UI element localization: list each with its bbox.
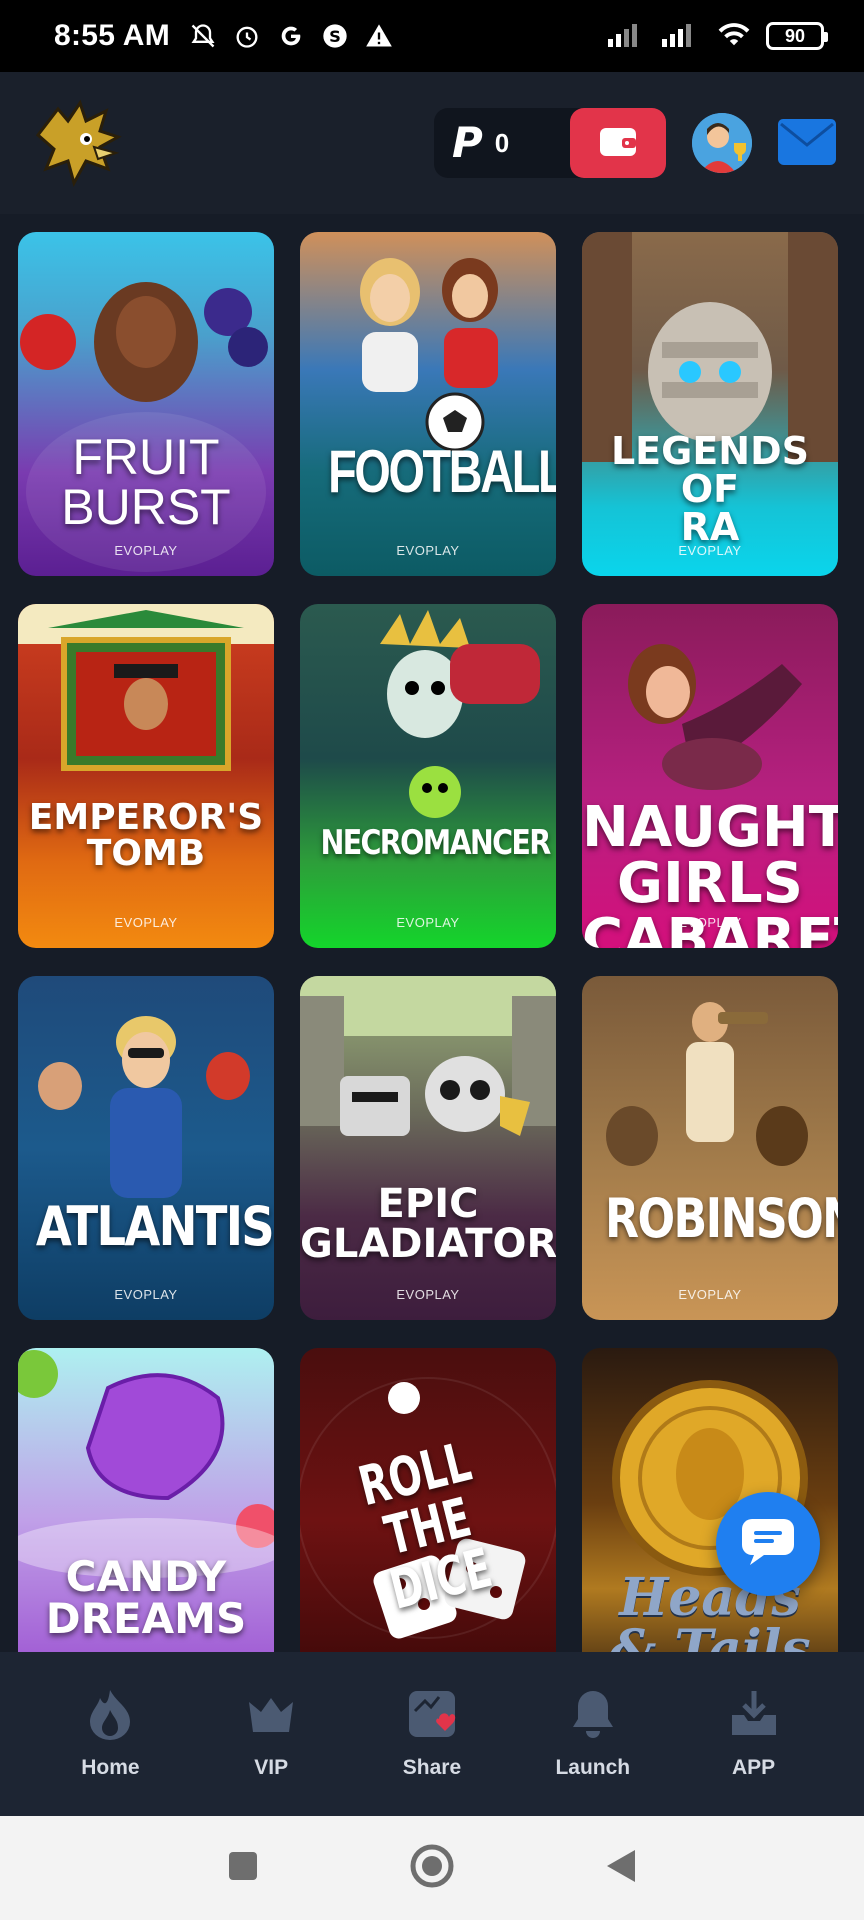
game-art (18, 604, 274, 948)
live-chat-button[interactable] (716, 1492, 820, 1596)
game-title: ROBINSON (605, 1187, 838, 1250)
game-provider: EVOPLAY (396, 915, 460, 930)
game-title: EMPEROR'S TOMB (28, 797, 264, 874)
svg-text:S: S (329, 27, 341, 46)
mail-button[interactable] (778, 118, 836, 168)
game-title: FRUIT BURST (61, 429, 231, 535)
nav-label: Share (402, 1756, 462, 1779)
wifi-icon (716, 20, 752, 53)
game-provider: EVOPLAY (114, 543, 178, 558)
screen: 8:55 AM S 90 P 0 FRUIT BURST EVOPLAY FOO… (0, 0, 864, 1920)
s-circle-icon: S (320, 21, 350, 51)
game-card-robinson[interactable]: ROBINSON EVOPLAY (582, 976, 838, 1320)
user-avatar[interactable] (692, 113, 752, 173)
nav-label: VIP (254, 1756, 289, 1779)
game-provider: EVOPLAY (396, 1287, 460, 1302)
nav-app[interactable]: APP (694, 1688, 814, 1780)
game-title: FOOTBALL (328, 438, 556, 505)
game-card-emperors-tomb[interactable]: EMPEROR'S TOMB EVOPLAY (18, 604, 274, 948)
points-icon: P (452, 118, 483, 167)
game-title: LEGENDS OF RA (610, 429, 810, 549)
status-system-icons: 90 (608, 20, 828, 53)
signal-icon (608, 21, 648, 52)
nav-home[interactable]: Home (50, 1688, 170, 1780)
balance-display[interactable]: P 0 (434, 108, 666, 178)
home-circle-icon[interactable] (409, 1843, 455, 1894)
nav-label: APP (731, 1756, 776, 1779)
game-title: EPIC GLADIATORS (300, 1181, 556, 1267)
header-actions: P 0 (434, 108, 836, 178)
battery-level: 90 (784, 25, 806, 46)
game-card-legends-of-ra[interactable]: LEGENDS OF RA EVOPLAY (582, 232, 838, 576)
nav-launch[interactable]: Launch (533, 1688, 653, 1780)
status-notification-icons: S (188, 21, 394, 51)
crown-icon (245, 1688, 297, 1740)
envelope-icon (778, 118, 836, 168)
nav-label: Launch (555, 1756, 631, 1779)
game-art (300, 976, 556, 1320)
game-grid: FRUIT BURST EVOPLAY FOOTBALL EVOPLAY LEG… (18, 232, 848, 1652)
wallet-button[interactable] (570, 108, 666, 178)
recents-square-icon[interactable] (227, 1850, 259, 1887)
status-time: 8:55 AM (54, 19, 171, 52)
flame-icon (84, 1688, 136, 1740)
game-provider: EVOPLAY (678, 915, 742, 930)
google-icon (276, 21, 306, 51)
game-card-epic-gladiators[interactable]: EPIC GLADIATORS EVOPLAY (300, 976, 556, 1320)
app-header: P 0 (0, 72, 864, 214)
bell-off-icon (188, 21, 218, 51)
share-gift-icon (406, 1688, 458, 1740)
bell-icon (567, 1688, 619, 1740)
game-art (300, 232, 556, 576)
download-icon (728, 1688, 780, 1740)
signal-icon-2 (662, 21, 702, 52)
nav-vip[interactable]: VIP (211, 1688, 331, 1780)
game-card-necromancer[interactable]: NECROMANCER EVOPLAY (300, 604, 556, 948)
game-title: CANDY DREAMS (45, 1552, 247, 1643)
wallet-icon (598, 124, 638, 163)
bottom-navigation: Home VIP Share Launch APP (0, 1652, 864, 1816)
system-navigation-bar (0, 1816, 864, 1920)
game-art (18, 976, 274, 1320)
balance-value: 0 (494, 127, 510, 158)
game-card-fruit-burst[interactable]: FRUIT BURST EVOPLAY (18, 232, 274, 576)
game-card-football[interactable]: FOOTBALL EVOPLAY (300, 232, 556, 576)
game-provider: EVOPLAY (396, 543, 460, 558)
battery-indicator: 90 (766, 22, 828, 50)
game-card-roll-the-dice[interactable]: ROLL THE DICE (300, 1348, 556, 1652)
brand-logo[interactable] (28, 95, 124, 191)
game-art (300, 604, 556, 948)
back-triangle-icon[interactable] (605, 1848, 637, 1889)
game-provider: EVOPLAY (678, 543, 742, 558)
game-provider: EVOPLAY (114, 915, 178, 930)
game-art (582, 976, 838, 1320)
alarm-icon (232, 21, 262, 51)
game-title: ATLANTIS (35, 1195, 274, 1258)
chat-bubble-icon (740, 1517, 796, 1572)
game-card-heads-tails[interactable]: Heads & Tails (582, 1348, 838, 1652)
warning-icon (364, 21, 394, 51)
game-provider: EVOPLAY (678, 1287, 742, 1302)
nav-label: Home (81, 1756, 140, 1779)
game-card-naughty-girls[interactable]: NAUGHTY GIRLS CABARET EVOPLAY (582, 604, 838, 948)
game-card-candy-dreams[interactable]: CANDY DREAMS (18, 1348, 274, 1652)
game-provider: EVOPLAY (114, 1287, 178, 1302)
game-card-atlantis[interactable]: ATLANTIS EVOPLAY (18, 976, 274, 1320)
game-title: NECROMANCER (320, 823, 551, 863)
status-bar: 8:55 AM S 90 (0, 0, 864, 72)
nav-share[interactable]: Share (372, 1688, 492, 1780)
